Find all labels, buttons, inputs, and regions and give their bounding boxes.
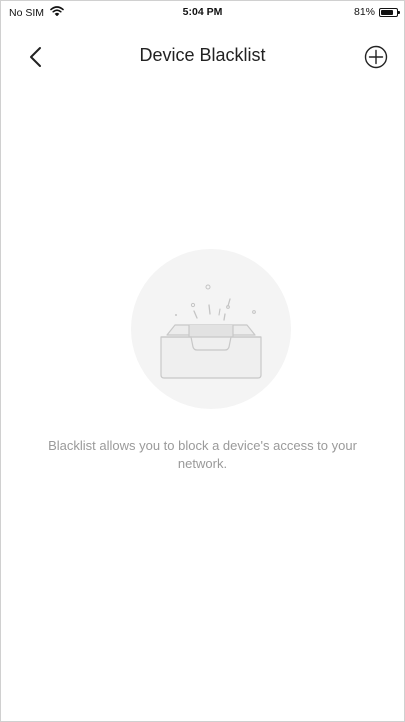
add-device-button[interactable] bbox=[360, 41, 392, 73]
status-bar: No SIM 5:04 PM 81% bbox=[1, 1, 404, 23]
battery-fill bbox=[381, 9, 394, 15]
app-screen: No SIM 5:04 PM 81% Device Blacklist Blac… bbox=[0, 0, 405, 722]
battery-icon bbox=[379, 7, 400, 17]
navigation-bar: Device Blacklist bbox=[1, 31, 404, 83]
empty-state-message: Blacklist allows you to block a device's… bbox=[48, 438, 357, 471]
battery-percent: 81% bbox=[353, 6, 375, 18]
empty-box-icon bbox=[129, 247, 293, 411]
page-title: Device Blacklist bbox=[139, 45, 266, 65]
plus-circle-icon bbox=[364, 45, 388, 69]
status-right: 81% bbox=[353, 6, 400, 18]
status-time: 5:04 PM bbox=[182, 6, 223, 18]
